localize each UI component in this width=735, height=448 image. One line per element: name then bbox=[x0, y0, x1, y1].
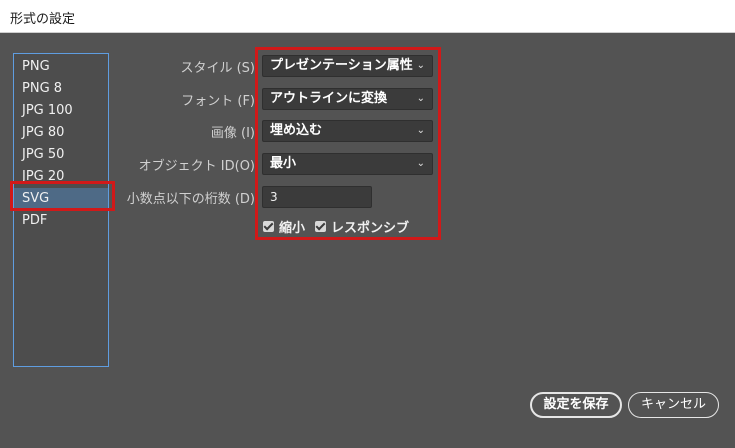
chevron-down-icon: ⌄ bbox=[416, 125, 425, 136]
object-id-select-value: 最小 bbox=[270, 156, 297, 171]
responsive-checkbox[interactable]: レスポンシブ bbox=[315, 217, 410, 236]
font-select-value: アウトラインに変換 bbox=[270, 91, 388, 106]
minify-checkbox[interactable]: 縮小 bbox=[263, 217, 306, 236]
format-list[interactable]: PNG PNG 8 JPG 100 JPG 80 JPG 50 JPG 20 S… bbox=[13, 53, 109, 367]
decimals-input[interactable]: 3 bbox=[262, 186, 372, 208]
image-select[interactable]: 埋め込む ⌄ bbox=[262, 120, 433, 142]
save-settings-button[interactable]: 設定を保存 bbox=[530, 392, 622, 418]
object-id-select[interactable]: 最小 ⌄ bbox=[262, 153, 433, 175]
checkbox-checked-icon[interactable] bbox=[263, 220, 274, 232]
format-item-jpg100[interactable]: JPG 100 bbox=[14, 100, 108, 122]
chevron-down-icon: ⌄ bbox=[416, 158, 425, 169]
responsive-label: レスポンシブ bbox=[331, 220, 410, 236]
object-id-label: オブジェクト ID(O) bbox=[138, 159, 255, 174]
format-item-png8[interactable]: PNG 8 bbox=[14, 78, 108, 100]
title-bar: 形式の設定 bbox=[0, 0, 735, 33]
format-item-png[interactable]: PNG bbox=[14, 56, 108, 78]
style-select-value: プレゼンテーション属性 bbox=[270, 58, 413, 73]
format-item-pdf[interactable]: PDF bbox=[14, 210, 108, 232]
chevron-down-icon: ⌄ bbox=[416, 60, 425, 71]
minify-label: 縮小 bbox=[279, 220, 306, 236]
style-select[interactable]: プレゼンテーション属性 ⌄ bbox=[262, 55, 433, 77]
image-label: 画像 (I) bbox=[210, 126, 255, 141]
window-title: 形式の設定 bbox=[10, 12, 76, 27]
checkbox-checked-icon[interactable] bbox=[315, 220, 326, 232]
format-item-jpg80[interactable]: JPG 80 bbox=[14, 122, 108, 144]
chevron-down-icon: ⌄ bbox=[416, 93, 425, 104]
decimals-label: 小数点以下の桁数 (D) bbox=[126, 192, 255, 207]
image-select-value: 埋め込む bbox=[270, 123, 323, 138]
style-label: スタイル (S) bbox=[180, 61, 255, 76]
format-item-svg[interactable]: SVG bbox=[14, 188, 108, 210]
format-item-jpg50[interactable]: JPG 50 bbox=[14, 144, 108, 166]
format-item-jpg20[interactable]: JPG 20 bbox=[14, 166, 108, 188]
font-label: フォント (F) bbox=[181, 94, 255, 109]
font-select[interactable]: アウトラインに変換 ⌄ bbox=[262, 88, 433, 110]
cancel-button[interactable]: キャンセル bbox=[628, 392, 719, 418]
